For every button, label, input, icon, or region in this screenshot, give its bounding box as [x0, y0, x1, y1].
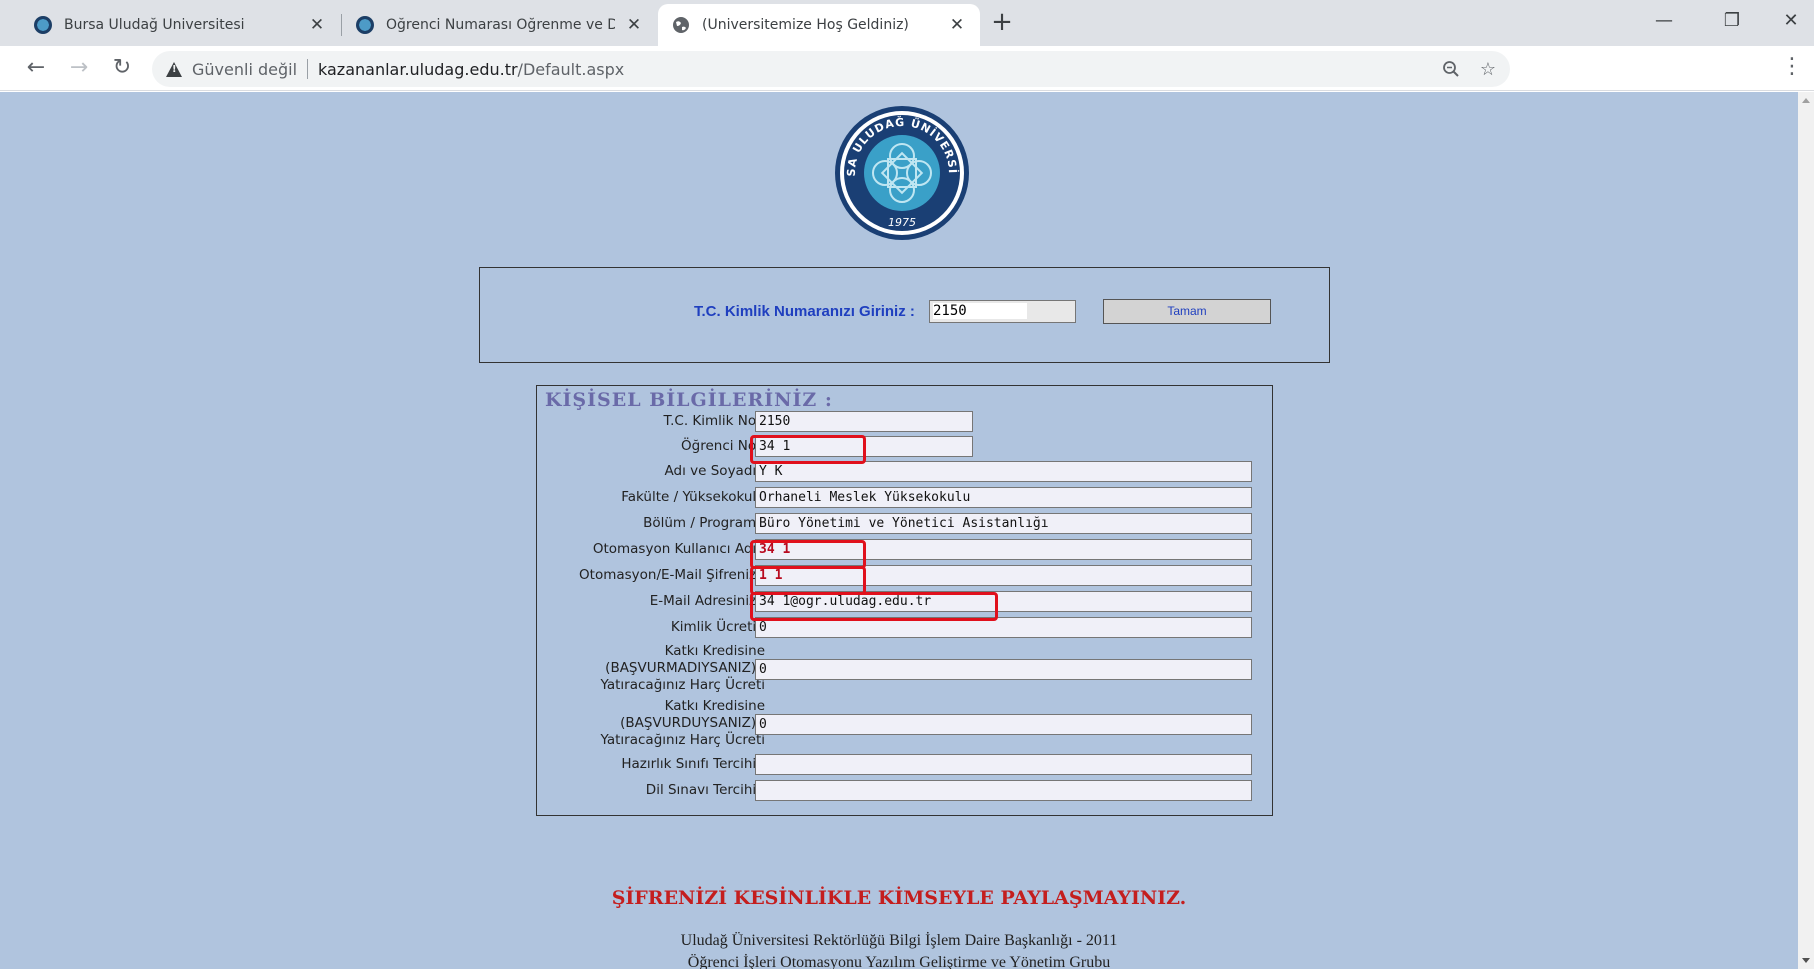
seal-year: 1975: [888, 216, 916, 229]
close-tab-icon[interactable]: ✕: [625, 15, 643, 35]
scroll-down-arrow-icon[interactable]: [1802, 958, 1810, 963]
field-label: Hazırlık Sınıfı Tercihi :: [621, 756, 765, 772]
tab-title: Bursa Uludağ Üniversitesi: [64, 17, 245, 33]
browser-toolbar: ← → ↻ Güvenli değil kazananlar.uludag.ed…: [0, 46, 1814, 91]
dil-sinavi-tercihi-field[interactable]: [755, 780, 1252, 801]
field-label: Otomasyon/E-Mail Şifreniz :: [579, 567, 765, 583]
highlight-email: [750, 592, 998, 621]
highlight-ogrenci-no: [750, 435, 866, 464]
personal-info-heading: KİŞİSEL BİLGİLERİNİZ :: [545, 389, 833, 411]
omnibox-divider: [307, 59, 309, 79]
tab-title: Öğrenci Numarası Öğrenme ve Diğer: [386, 17, 615, 33]
page-viewport: BURSA ULUDAĞ ÜNİVERSİTESİ 1975 T.C. Kiml…: [0, 92, 1798, 969]
harc-basvurmadiysaniz-field[interactable]: 0: [755, 659, 1252, 680]
tc-input-value[interactable]: 2150: [933, 303, 1027, 319]
close-tab-icon[interactable]: ✕: [948, 15, 966, 35]
field-label: Fakülte / Yüksekokul :: [621, 489, 765, 505]
tab-strip: Bursa Uludağ Üniversitesi ✕ Öğrenci Numa…: [0, 0, 1814, 46]
field-label: Dil Sınavı Tercihi :: [645, 782, 765, 798]
globe-icon: [673, 17, 689, 33]
tab-hos-geldiniz[interactable]: (Üniversitemize Hoş Geldiniz) ✕: [658, 4, 980, 46]
field-label: Bölüm / Program :: [643, 515, 765, 531]
highlight-otomasyon-kullanici: [750, 540, 866, 569]
url-path[interactable]: /Default.aspx: [518, 60, 625, 79]
tc-entry-panel: T.C. Kimlik Numaranızı Giriniz : 2150 Ta…: [479, 267, 1330, 363]
tamam-button[interactable]: Tamam: [1103, 299, 1271, 324]
field-label-line: Yatıracağınız Harç Ücreti: [600, 732, 765, 748]
close-window-icon[interactable]: ✕: [1768, 6, 1814, 36]
footer-credit: Uludağ Üniversitesi Rektörlüğü Bilgi İşl…: [680, 932, 1118, 949]
tc-kimlik-input[interactable]: 2150: [929, 300, 1076, 323]
hazirlik-tercihi-field[interactable]: [755, 754, 1252, 775]
tc-label: T.C. Kimlik Numaranızı Giriniz :: [694, 303, 915, 320]
field-label: Kimlik Ücreti :: [670, 619, 765, 635]
field-label-line: Katkı Kredisine: [664, 643, 765, 659]
vertical-scrollbar[interactable]: [1798, 92, 1814, 969]
ad-soyad-field[interactable]: Y K: [755, 461, 1252, 482]
browser-menu-icon[interactable]: ⋮: [1780, 52, 1804, 84]
tab-bursa-uludag[interactable]: Bursa Uludağ Üniversitesi ✕: [20, 4, 340, 46]
university-favicon-icon: [34, 16, 52, 34]
new-tab-button[interactable]: +: [987, 8, 1017, 38]
highlight-sifre: [750, 566, 866, 595]
field-label-line: Yatıracağınız Harç Ücreti: [600, 677, 765, 693]
tab-title: (Üniversitemize Hoş Geldiniz): [702, 17, 909, 33]
university-seal-logo: BURSA ULUDAĞ ÜNİVERSİTESİ 1975: [833, 104, 969, 240]
forward-arrow-icon[interactable]: →: [63, 52, 95, 84]
omnibox-actions: ☆: [1442, 51, 1496, 87]
field-label: T.C. Kimlik No :: [663, 413, 765, 429]
field-label: Otomasyon Kullanıcı Adı :: [592, 541, 765, 557]
close-tab-icon[interactable]: ✕: [308, 15, 326, 35]
bookmark-star-icon[interactable]: ☆: [1480, 59, 1496, 80]
field-label: Adı ve Soyadı :: [664, 463, 765, 479]
field-label-line: (BAŞVURMADIYSANIZ) :: [605, 660, 765, 676]
back-arrow-icon[interactable]: ←: [20, 52, 52, 84]
field-label-line: Katkı Kredisine: [664, 698, 765, 714]
security-label[interactable]: Güvenli değil: [192, 60, 297, 79]
reload-icon[interactable]: ↻: [106, 52, 138, 84]
bolum-field[interactable]: Büro Yönetimi ve Yönetici Asistanlığı: [755, 513, 1252, 534]
field-label-line: (BAŞVURDUYSANIZ) :: [620, 715, 765, 731]
university-favicon-icon: [356, 16, 374, 34]
password-warning: ŞİFRENİZİ KESİNLİKLE KİMSEYLE PAYLAŞMAYI…: [611, 887, 1187, 909]
footer-team: Öğrenci İşleri Otomasyonu Yazılım Gelişt…: [687, 954, 1111, 969]
minimize-icon[interactable]: —: [1641, 6, 1687, 36]
url-host[interactable]: kazananlar.uludag.edu.tr: [318, 60, 518, 79]
restore-icon[interactable]: ❐: [1709, 6, 1755, 36]
fakulte-field[interactable]: Orhaneli Meslek Yüksekokulu: [755, 487, 1252, 508]
not-secure-warning-icon[interactable]: [166, 61, 182, 77]
tc-kimlik-field[interactable]: 2150: [755, 411, 973, 432]
address-bar[interactable]: Güvenli değil kazananlar.uludag.edu.tr/D…: [152, 51, 1510, 87]
tab-ogrenci-numarasi[interactable]: Öğrenci Numarası Öğrenme ve Diğer ✕: [342, 4, 657, 46]
harc-basvurduysaniz-field[interactable]: 0: [755, 714, 1252, 735]
field-label: E-Mail Adresiniz :: [649, 593, 765, 609]
scroll-up-arrow-icon[interactable]: [1802, 98, 1810, 103]
zoom-icon[interactable]: [1442, 60, 1460, 78]
